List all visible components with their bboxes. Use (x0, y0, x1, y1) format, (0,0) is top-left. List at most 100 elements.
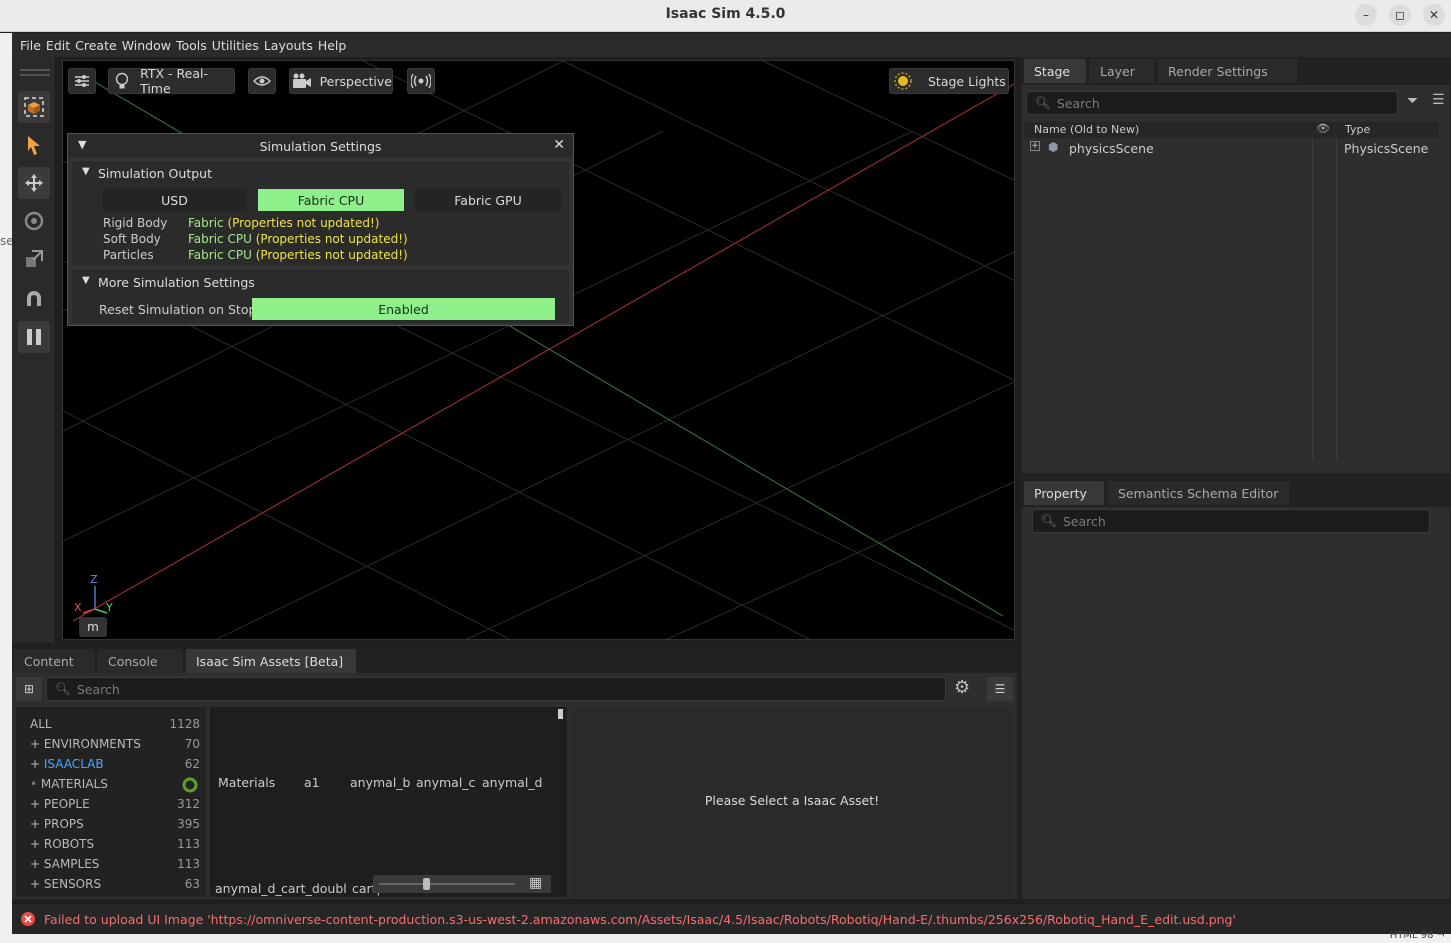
select-mode-button[interactable] (18, 91, 50, 123)
mode-fabric-gpu-button[interactable]: Fabric GPU (415, 189, 561, 211)
section-triangle-icon[interactable]: ▼ (82, 166, 90, 177)
tab-isaac-sim-assets[interactable]: Isaac Sim Assets [Beta] (186, 649, 356, 673)
category-isaaclab[interactable]: + ISAACLAB 62 (30, 757, 200, 771)
stage-search-input[interactable] (1056, 95, 1383, 111)
unit-badge[interactable]: m (79, 617, 107, 637)
menu-help[interactable]: Help (318, 38, 347, 53)
category-all[interactable]: ALL 1128 (30, 717, 200, 731)
menu-create[interactable]: Create (75, 38, 117, 53)
category-count: 312 (177, 797, 200, 811)
visibility-button[interactable] (248, 68, 276, 94)
menu-edit[interactable]: Edit (46, 38, 70, 53)
filter-icon[interactable]: ⏷ (1407, 93, 1418, 109)
thumbnail-size-slider[interactable]: ▦ (373, 875, 551, 893)
category-count: 113 (177, 837, 200, 851)
rotate-icon (24, 211, 44, 231)
asset-tile[interactable]: a1 (304, 775, 320, 790)
simulation-settings-window: ▼ Simulation Settings ✕ ▼ Simulation Out… (67, 133, 574, 326)
minimize-button[interactable]: – (1355, 4, 1377, 26)
background-window-edge: se (0, 33, 14, 943)
viewport-settings-button[interactable] (68, 68, 96, 94)
assets-search-input[interactable] (76, 681, 878, 697)
snap-tool-button[interactable] (18, 283, 50, 315)
broadcast-button[interactable] (407, 68, 435, 94)
soft-body-row: Soft Body Fabric CPU (Properties not upd… (103, 232, 408, 246)
section-triangle-icon[interactable]: ▼ (82, 275, 90, 286)
close-icon[interactable]: ✕ (553, 137, 565, 153)
grid-scrollbar[interactable] (558, 709, 563, 719)
category-environments[interactable]: + ENVIRONMENTS 70 (30, 737, 200, 751)
category-samples[interactable]: + SAMPLES 113 (30, 857, 200, 871)
asset-tile[interactable]: Materials (218, 775, 275, 790)
rigid-body-note: (Properties not updated!) (227, 216, 380, 230)
pause-button[interactable] (18, 321, 50, 353)
tab-console[interactable]: Console (98, 649, 182, 673)
reset-on-stop-toggle[interactable]: Enabled (252, 298, 555, 320)
scale-tool-button[interactable] (18, 243, 50, 275)
stage-search[interactable]: 🔍︎ (1026, 91, 1398, 115)
search-icon: 🔍︎ (1035, 95, 1051, 110)
category-robots[interactable]: + ROBOTS 113 (30, 837, 200, 851)
camera-button[interactable]: Perspective (289, 68, 393, 94)
stage-lights-label: Stage Lights (928, 73, 1006, 89)
property-search[interactable]: 🔍︎ (1032, 509, 1430, 533)
close-icon: ✕ (1428, 8, 1440, 22)
menu-file[interactable]: File (20, 38, 41, 53)
list-icon: ☰ (994, 682, 1006, 696)
desktop-strip (0, 934, 1451, 943)
status-message[interactable]: Failed to upload UI Image 'https://omniv… (44, 912, 1236, 927)
menu-layouts[interactable]: Layouts (264, 38, 313, 53)
tab-render-settings[interactable]: Render Settings (1158, 59, 1298, 83)
stage-tree-item[interactable]: + ⬢ physicsScene PhysicsScene (1024, 139, 1438, 157)
close-window-button[interactable]: ✕ (1423, 4, 1445, 26)
menu-utilities[interactable]: Utilities (212, 38, 259, 53)
toolbar-grip[interactable] (20, 69, 50, 71)
mode-usd-button[interactable]: USD (102, 189, 247, 211)
maximize-button[interactable]: ◻ (1389, 4, 1411, 26)
asset-tile[interactable]: anymal_c (416, 775, 475, 790)
asset-tile[interactable]: anymal_d_ (215, 881, 282, 896)
property-search-input[interactable] (1062, 513, 1413, 529)
gear-icon[interactable]: ⚙ (954, 677, 970, 698)
stage-lights-button[interactable]: Stage Lights (889, 68, 1009, 94)
rotate-tool-button[interactable] (18, 205, 50, 237)
axis-z-label: Z (90, 573, 98, 586)
toolbar-grip-line (20, 74, 50, 76)
category-people[interactable]: + PEOPLE 312 (30, 797, 200, 811)
assets-search[interactable]: 🔍︎ (46, 677, 946, 701)
column-name-header[interactable]: Name (Old to New) (1034, 123, 1139, 136)
simulation-settings-header[interactable]: ▼ Simulation Settings ✕ (68, 134, 573, 158)
render-mode-label: RTX - Real-Time (140, 66, 208, 96)
pointer-tool-button[interactable] (18, 129, 50, 161)
tree-view-button[interactable]: ⊞ (16, 677, 42, 701)
grid-view-icon[interactable]: ▦ (529, 875, 542, 891)
tab-stage[interactable]: Stage (1024, 59, 1086, 83)
menu-window[interactable]: Window (122, 38, 171, 53)
render-mode-button[interactable]: RTX - Real-Time (108, 66, 235, 96)
tab-semantics-schema-editor[interactable]: Semantics Schema Editor (1108, 481, 1290, 505)
menu-icon[interactable]: ☰ (1432, 92, 1445, 108)
asset-tile[interactable]: cart_doubl (281, 881, 347, 896)
error-icon (21, 912, 35, 926)
expand-icon: + (30, 837, 41, 851)
expand-icon: + (30, 817, 41, 831)
list-view-button[interactable]: ☰ (987, 677, 1013, 701)
eye-icon[interactable]: 👁︎ (1316, 122, 1330, 135)
slider-handle[interactable] (423, 878, 430, 890)
move-tool-button[interactable] (18, 167, 50, 199)
pause-icon (27, 329, 41, 345)
category-sensors[interactable]: + SENSORS 63 (30, 877, 200, 891)
tab-content[interactable]: Content (14, 649, 94, 673)
tab-layer[interactable]: Layer (1090, 59, 1154, 83)
category-props[interactable]: + PROPS 395 (30, 817, 200, 831)
menu-tools[interactable]: Tools (176, 38, 207, 53)
category-materials[interactable]: • MATERIALS (30, 777, 200, 793)
category-label: MATERIALS (40, 777, 108, 791)
asset-tile[interactable]: anymal_d (482, 775, 542, 790)
asset-tile[interactable]: anymal_b (350, 775, 410, 790)
tab-property[interactable]: Property (1024, 481, 1104, 505)
mode-fabric-cpu-button[interactable]: Fabric CPU (258, 189, 404, 211)
column-type-header[interactable]: Type (1345, 123, 1370, 136)
maximize-icon: ◻ (1395, 8, 1405, 22)
expand-icon[interactable]: + (1030, 141, 1040, 151)
